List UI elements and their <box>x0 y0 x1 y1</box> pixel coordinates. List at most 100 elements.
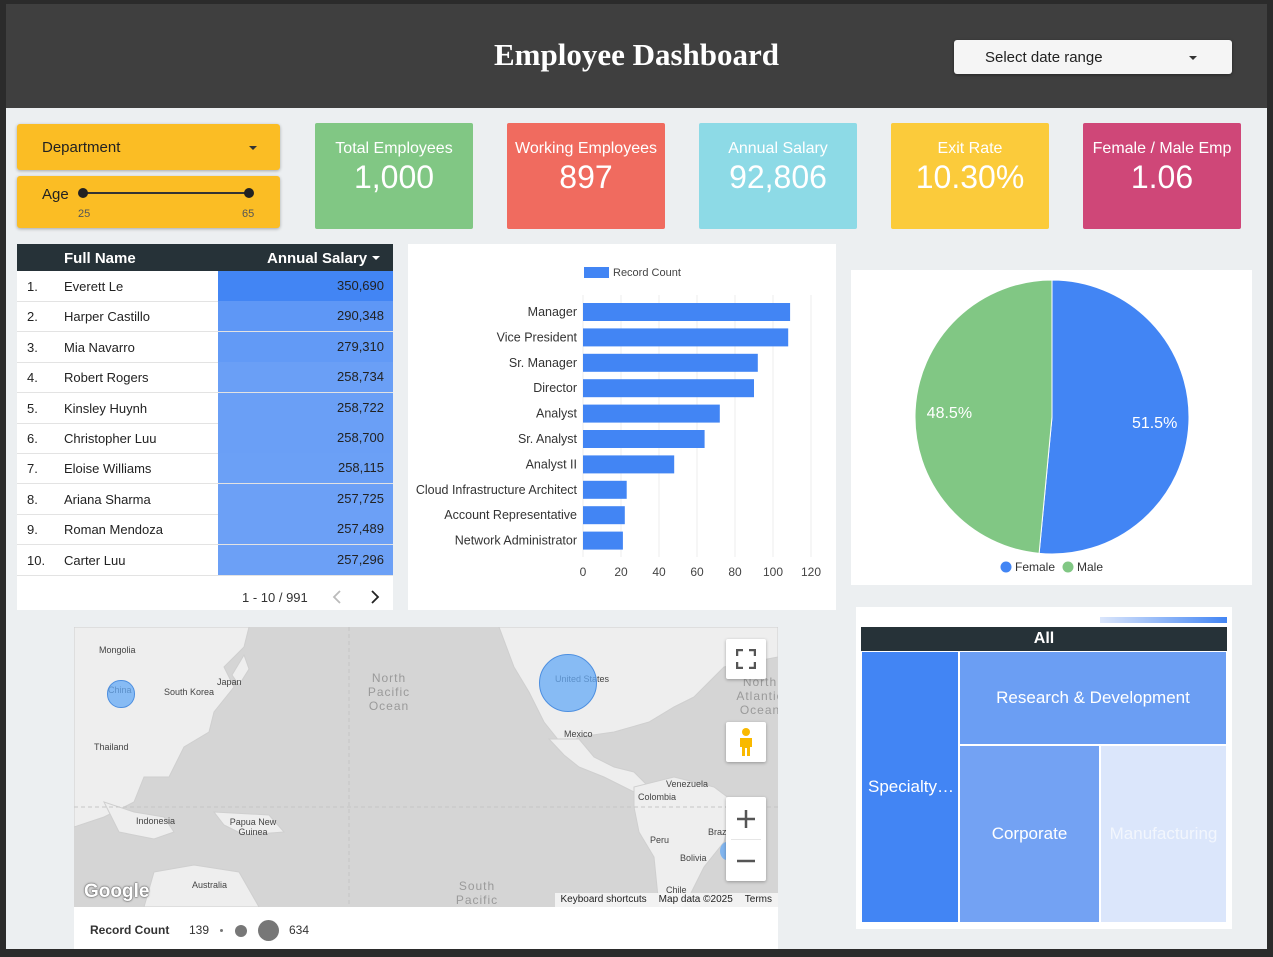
treemap-cell-label: Specialty… <box>868 777 954 796</box>
bar[interactable] <box>583 328 789 347</box>
kpi-label: Annual Salary <box>728 140 828 157</box>
table-row[interactable]: 6. Christopher Luu 258,700 <box>17 423 393 454</box>
kpi-label: Exit Rate <box>937 140 1003 157</box>
bar[interactable] <box>583 531 623 550</box>
zoom-in-icon[interactable] <box>726 798 766 839</box>
record-count-bar-chart: Record Count 0 20 40 60 80 100 120 Manager Vice P… <box>416 267 821 579</box>
keyboard-shortcuts-link[interactable]: Keyboard shortcuts <box>555 893 653 907</box>
y-category-label: Analyst <box>536 407 578 421</box>
employee-name: Kinsley Huynh <box>64 400 148 416</box>
row-number: 7. <box>27 461 38 477</box>
legend-tiny-dot-icon <box>220 929 223 932</box>
bar[interactable] <box>583 353 758 372</box>
kpi-label: Female / Male Emp <box>1092 140 1232 157</box>
map-legend-max: 634 <box>289 923 310 937</box>
pie-value-label: 51.5% <box>1132 415 1177 432</box>
map-country-label: Indonesia <box>136 816 176 826</box>
bar[interactable] <box>583 404 720 423</box>
age-max-label: 65 <box>242 208 255 220</box>
table-row[interactable]: 9. Roman Mendoza 257,489 <box>17 514 393 546</box>
employee-map[interactable]: MongoliaChinaSouth KoreaJapanThailandInd… <box>74 627 778 907</box>
x-tick-label: 0 <box>580 565 587 579</box>
row-number: 3. <box>27 339 38 355</box>
row-number: 9. <box>27 522 38 538</box>
x-tick-label: 60 <box>690 565 704 579</box>
legend-small-dot-icon <box>235 925 247 937</box>
legend-large-dot-icon <box>258 920 279 941</box>
street-view-button[interactable] <box>726 722 766 762</box>
date-range-select[interactable]: Select date range <box>954 40 1232 74</box>
chevron-right-icon[interactable] <box>368 589 382 605</box>
map-legend: Record Count 139 634 <box>74 907 778 949</box>
treemap-color-scale <box>1100 617 1227 623</box>
x-tick-label: 80 <box>728 565 742 579</box>
row-number: 1. <box>27 279 38 294</box>
y-category-label: Network Administrator <box>455 534 577 548</box>
annual-salary-cell: 258,734 <box>218 362 393 393</box>
fullscreen-button[interactable] <box>726 639 766 679</box>
annual-salary-cell: 258,722 <box>218 392 393 423</box>
column-header-annual-salary-label: Annual Salary <box>267 250 368 267</box>
age-slider-track[interactable] <box>82 192 250 194</box>
zoom-out-icon[interactable] <box>726 840 766 881</box>
bar[interactable] <box>583 430 705 448</box>
treemap-root-label: All <box>1033 630 1055 647</box>
legend-label: Record Count <box>613 267 681 279</box>
bar[interactable] <box>583 379 754 398</box>
x-tick-label: 40 <box>652 565 666 579</box>
bar[interactable] <box>583 455 675 474</box>
table-row[interactable]: 2. Harper Castillo 290,348 <box>17 301 393 333</box>
caret-down-icon <box>1189 56 1197 60</box>
map-data-label: Map data ©2025 <box>658 894 733 905</box>
table-row[interactable]: 3. Mia Navarro 279,310 <box>17 331 393 363</box>
table-row[interactable]: 5. Kinsley Huynh 258,722 <box>17 392 393 424</box>
table-row[interactable]: 7. Eloise Williams 258,115 <box>17 453 393 485</box>
sort-desc-icon <box>372 256 380 260</box>
y-category-label: Manager <box>528 305 577 319</box>
map-bubble[interactable] <box>107 680 135 708</box>
terms-link[interactable]: Terms <box>739 893 778 907</box>
annual-salary-cell: 279,310 <box>218 331 393 362</box>
age-slider-min-handle[interactable] <box>78 188 88 198</box>
table-row[interactable]: 8. Ariana Sharma 257,725 <box>17 483 393 515</box>
bar[interactable] <box>583 480 627 499</box>
kpi-label: Total Employees <box>335 140 453 157</box>
department-filter[interactable]: Department <box>17 124 280 170</box>
y-category-label: Analyst II <box>526 457 577 471</box>
column-header-full-name[interactable]: Full Name <box>64 250 136 267</box>
bar[interactable] <box>583 303 791 321</box>
kpi-annual-salary: Annual Salary 92,806 <box>699 123 857 229</box>
treemap-cell-research-development[interactable]: Research & Development <box>959 651 1227 745</box>
annual-salary-cell: 257,725 <box>218 483 393 514</box>
map-bubble[interactable] <box>539 654 597 712</box>
map-country-label: Mongolia <box>99 645 136 655</box>
table-row[interactable]: 4. Robert Rogers 258,734 <box>17 362 393 394</box>
table-row[interactable]: 1. Everett Le 350,690 <box>17 271 393 302</box>
pegman-icon <box>740 728 752 756</box>
bar-chart-card: Record Count 0 20 40 60 80 100 120 Manager Vice P… <box>408 244 836 610</box>
legend-label: Male <box>1077 560 1103 574</box>
employee-name: Roman Mendoza <box>64 522 163 538</box>
treemap-cell-corporate[interactable]: Corporate <box>959 745 1100 923</box>
column-header-annual-salary[interactable]: Annual Salary <box>218 244 393 271</box>
y-category-label: Account Representative <box>444 508 577 522</box>
employee-name: Harper Castillo <box>64 309 150 325</box>
map-country-label: Papua New Guinea <box>229 817 277 837</box>
annual-salary-cell: 258,115 <box>218 453 393 484</box>
table-row[interactable]: 10. Carter Luu 257,296 <box>17 544 393 576</box>
map-footer: Keyboard shortcuts Map data ©2025 Terms <box>554 893 778 907</box>
chevron-left-icon[interactable] <box>330 589 344 605</box>
employee-name: Everett Le <box>64 279 124 294</box>
treemap-cell-manufacturing[interactable]: Manufacturing <box>1100 745 1227 923</box>
bar[interactable] <box>583 506 625 525</box>
treemap-root-header[interactable]: All <box>861 627 1227 651</box>
row-number: 4. <box>27 370 38 386</box>
age-slider-max-handle[interactable] <box>244 188 254 198</box>
legend-swatch <box>584 267 609 278</box>
employee-name: Eloise Williams <box>64 461 152 477</box>
annual-salary-cell: 290,348 <box>218 301 393 332</box>
treemap-cell-specialty[interactable]: Specialty… <box>861 651 959 923</box>
map-legend-title: Record Count <box>90 923 170 937</box>
map-country-label: Thailand <box>94 742 129 752</box>
ocean-label: South Pacific <box>455 879 499 907</box>
